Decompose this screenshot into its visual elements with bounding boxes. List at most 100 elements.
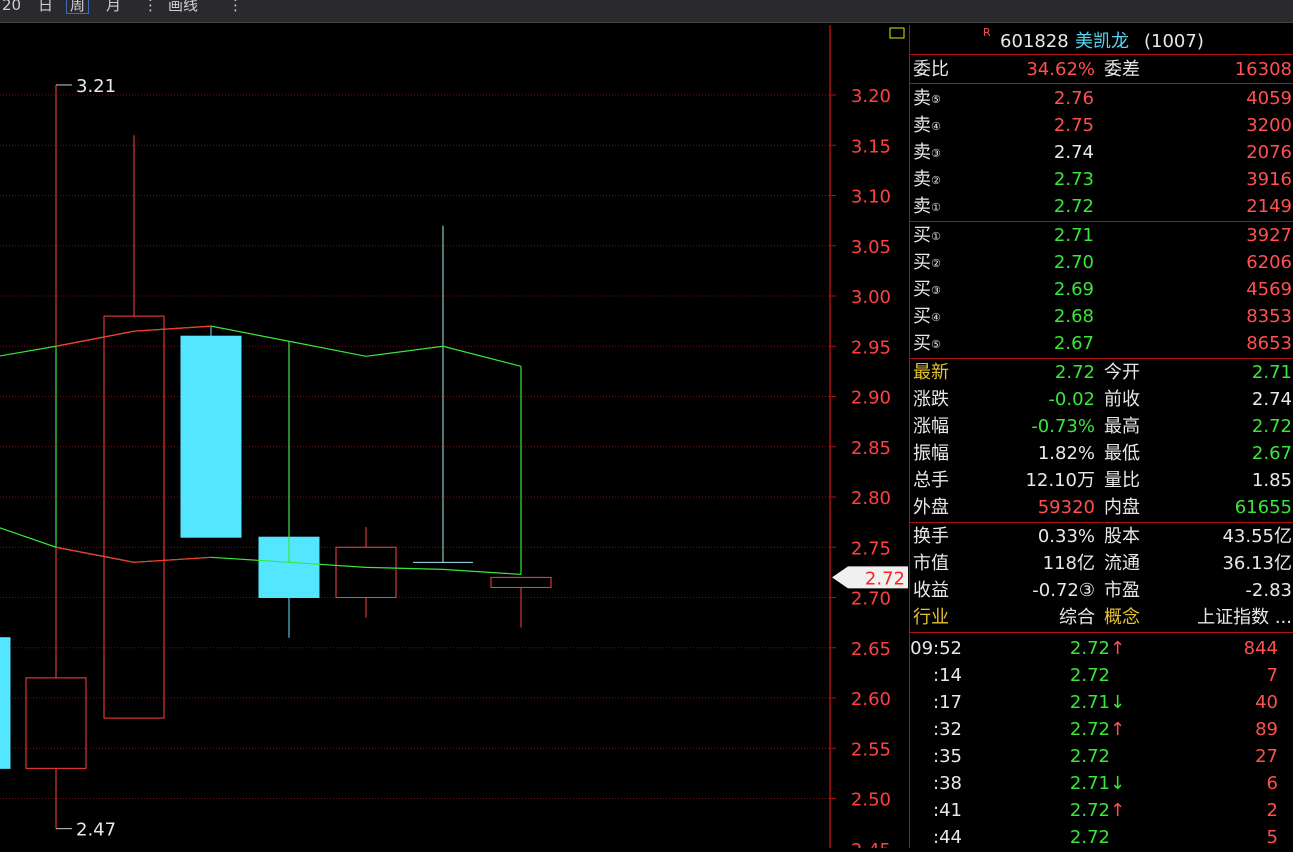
buy-label-index: ⑤	[931, 338, 941, 351]
tick-time: 09:52	[910, 638, 962, 659]
tick-arrow-icon: ↑	[1110, 638, 1126, 659]
candle-body-down	[0, 637, 11, 769]
stat-value: 0.33%	[1037, 526, 1095, 547]
kline-svg[interactable]: 3.20 3.15 3.10 3.05 3.00 2.95 2.90 2.85 2.80 2.75…	[0, 25, 909, 852]
buy-label: 买③	[913, 279, 941, 300]
tick-volume: 844	[1243, 638, 1278, 659]
draw-line-button[interactable]: 画线	[168, 0, 198, 13]
sell-label-index: ①	[931, 201, 941, 214]
separator	[910, 83, 1293, 84]
stat-label-2: 量比	[1104, 470, 1140, 491]
stat-value: 59320	[1037, 497, 1095, 518]
more-menu-icon-2[interactable]: ⋮	[228, 0, 243, 13]
stat-label: 涨跌	[913, 389, 949, 410]
y-tick-label: 2.90	[851, 388, 891, 409]
tick-price: 2.72	[1069, 827, 1110, 848]
stat-label-2: 内盘	[1104, 497, 1140, 518]
tick-volume: 2	[1266, 800, 1278, 821]
buy-volume: 8353	[1246, 306, 1292, 327]
chart-settings-icon[interactable]	[889, 27, 905, 39]
weicha-value: 16308	[1234, 59, 1292, 80]
buy-level-row: 买① 2.71 3927	[910, 222, 1293, 249]
tick-volume: 40	[1255, 692, 1278, 713]
stat-row: 涨幅 -0.73% 最高 2.72	[910, 413, 1293, 440]
stock-extra: (1007)	[1144, 31, 1204, 52]
sell-price: 2.72	[1053, 196, 1094, 217]
buy-label-index: ③	[931, 284, 941, 297]
industry-label: 行业	[913, 607, 949, 628]
stat-label-2: 最高	[1104, 416, 1140, 437]
weibi-row: 委比 34.62% 委差 16308	[910, 56, 1293, 83]
stat-value-2: -2.83	[1245, 580, 1292, 601]
stat-label-2: 最低	[1104, 443, 1140, 464]
tick-time: :44	[933, 827, 962, 848]
y-tick-label: 3.10	[851, 187, 891, 208]
candle-body-down	[180, 335, 242, 538]
buy-level-row: 买④ 2.68 8353	[910, 303, 1293, 330]
buy-label-index: ①	[931, 230, 941, 243]
stat-label-2: 前收	[1104, 389, 1140, 410]
concept-label: 概念	[1104, 607, 1140, 628]
stat-value-2: 2.71	[1251, 362, 1292, 383]
stat-label: 外盘	[913, 497, 949, 518]
y-tick-label: 2.65	[851, 639, 891, 660]
stat-row: 换手 0.33% 股本 43.55亿	[910, 523, 1293, 550]
concept-value: 上证指数 ...	[1197, 607, 1292, 628]
low-label: 2.47	[76, 820, 116, 841]
sell-volume: 4059	[1246, 88, 1292, 109]
tick-volume: 7	[1266, 665, 1278, 686]
high-label: 3.21	[76, 76, 116, 97]
tick-price: 2.71	[1069, 773, 1110, 794]
stat-value-2: 1.85	[1251, 470, 1292, 491]
kline-chart[interactable]: 3.20 3.15 3.10 3.05 3.00 2.95 2.90 2.85 2.80 2.75…	[0, 25, 909, 852]
period-week-button[interactable]: 周	[66, 0, 90, 14]
buy-level-row: 买② 2.70 6206	[910, 249, 1293, 276]
buy-price: 2.69	[1053, 279, 1094, 300]
y-tick-label: 3.20	[851, 86, 891, 107]
more-menu-icon[interactable]: ⋮	[143, 0, 158, 13]
candle-body-up	[103, 315, 165, 719]
tick-price: 2.71	[1069, 692, 1110, 713]
buy-label: 买④	[913, 306, 941, 327]
y-tick-label: 3.00	[851, 287, 891, 308]
stat-label-2: 市盈	[1104, 580, 1140, 601]
buy-volume: 8653	[1246, 333, 1292, 354]
industry-value: 综合	[1059, 607, 1095, 628]
stat-value-2: 36.13亿	[1222, 553, 1292, 574]
separator	[910, 632, 1293, 633]
stat-label: 换手	[913, 526, 949, 547]
buy-label-index: ④	[931, 311, 941, 324]
candle-body-up	[335, 546, 397, 598]
y-tick-label: 3.05	[851, 237, 891, 258]
stat-label: 收益	[913, 580, 949, 601]
sell-label: 卖④	[913, 115, 941, 136]
stat-value: -0.02	[1048, 389, 1095, 410]
stat-value: 2.72	[1054, 362, 1095, 383]
tick-arrow-icon: ↓	[1110, 773, 1126, 794]
y-tick-label: 2.55	[851, 739, 891, 760]
candle-body-up	[490, 576, 552, 588]
tick-volume: 5	[1266, 827, 1278, 848]
sell-label-index: ②	[931, 174, 941, 187]
buy-label: 买②	[913, 252, 941, 273]
stat-value-2: 61655	[1234, 497, 1292, 518]
tick-arrow-icon: ↑	[1110, 719, 1126, 740]
sell-price: 2.75	[1053, 115, 1094, 136]
sell-volume: 3916	[1246, 169, 1292, 190]
sell-price: 2.74	[1053, 142, 1094, 163]
stat-value: 118亿	[1042, 553, 1095, 574]
buy-price: 2.70	[1053, 252, 1094, 273]
y-tick-label: 2.85	[851, 438, 891, 459]
stat-value: 1.82%	[1037, 443, 1095, 464]
toolbar-item-20[interactable]: 20	[2, 0, 21, 13]
stat-label: 振幅	[913, 443, 949, 464]
stat-label-2: 流通	[1104, 553, 1140, 574]
period-day-button[interactable]: 日	[38, 0, 53, 13]
tick-row: :17 2.71 ↓ 40	[910, 689, 1293, 716]
weicha-label: 委差	[1104, 59, 1140, 80]
sell-label: 卖③	[913, 142, 941, 163]
stock-name: 美凯龙	[1075, 31, 1129, 52]
sell-level-row: 卖⑤ 2.76 4059	[910, 85, 1293, 112]
current-price-label: 2.72	[865, 568, 905, 589]
period-month-button[interactable]: 月	[106, 0, 121, 13]
